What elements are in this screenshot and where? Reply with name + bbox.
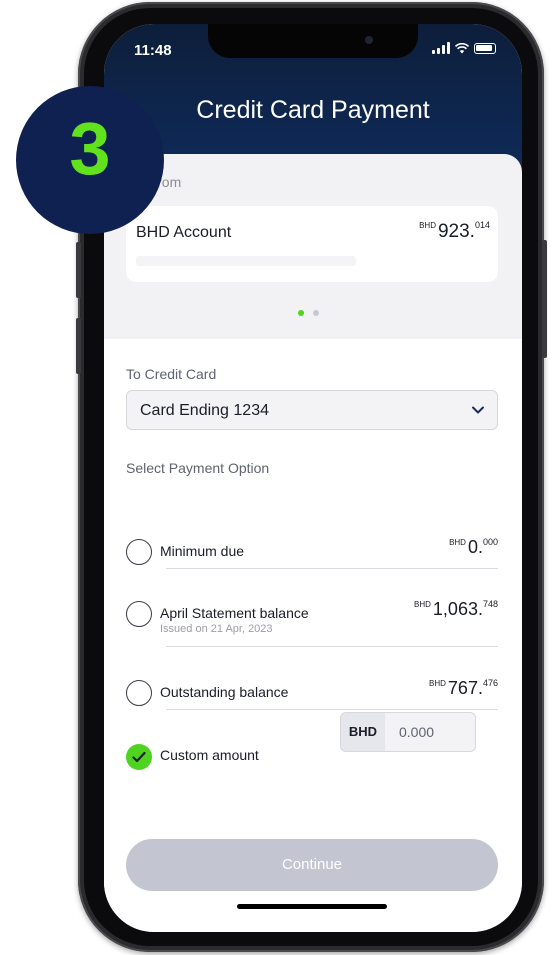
header-bar: 11:48 Credit Card Payment xyxy=(104,24,522,174)
volume-down-button xyxy=(76,318,81,374)
amount-integer: 1,063. xyxy=(432,599,483,619)
option-amount: BHD 767.476 xyxy=(429,678,498,699)
screenshot-canvas: 11:48 Credit Card Payment sfer from BHD … xyxy=(0,0,554,955)
radio-button[interactable] xyxy=(126,680,152,706)
currency-label: BHD xyxy=(449,538,466,547)
notch xyxy=(208,24,418,58)
account-balance: BHD 923.014 xyxy=(419,220,490,243)
status-icons xyxy=(432,42,496,54)
radio-button-checked[interactable] xyxy=(126,744,152,770)
app-screen: 11:48 Credit Card Payment sfer from BHD … xyxy=(104,24,522,932)
page-title: Credit Card Payment xyxy=(196,96,430,124)
option-amount: BHD 1,063.748 xyxy=(414,599,498,620)
amount-decimal: 748 xyxy=(482,599,498,609)
amount-integer: 923. xyxy=(437,221,475,242)
custom-amount-input[interactable]: BHD 0.000 xyxy=(340,712,476,752)
option-label: Minimum due xyxy=(160,543,245,559)
option-label: Custom amount xyxy=(160,747,259,763)
account-name: BHD Account xyxy=(136,224,232,241)
currency-label: BHD xyxy=(429,679,446,688)
chevron-down-icon xyxy=(472,406,484,414)
front-camera-icon xyxy=(365,36,373,44)
carousel-dot-active[interactable] xyxy=(298,310,304,316)
amount-integer: 0. xyxy=(467,537,483,557)
step-number-badge: 3 xyxy=(16,86,164,234)
volume-up-button xyxy=(76,242,81,298)
power-button xyxy=(542,240,547,358)
divider xyxy=(166,568,498,569)
currency-tag: BHD xyxy=(341,713,385,751)
radio-button[interactable] xyxy=(126,601,152,627)
account-card[interactable]: BHD Account BHD 923.014 xyxy=(126,206,498,282)
payment-option-label: Select Payment Option xyxy=(126,460,270,476)
amount-decimal: 014 xyxy=(474,220,490,230)
amount-decimal: 000 xyxy=(482,537,498,547)
credit-card-select[interactable]: Card Ending 1234 xyxy=(126,390,498,430)
carousel-dots xyxy=(298,310,319,316)
battery-icon xyxy=(474,42,496,54)
divider xyxy=(166,709,498,710)
radio-button[interactable] xyxy=(126,539,152,565)
option-label: Outstanding balance xyxy=(160,684,289,700)
amount-decimal: 476 xyxy=(482,678,498,688)
currency-label: BHD xyxy=(419,221,436,230)
amount-integer: 767. xyxy=(447,678,483,698)
account-subtext-placeholder xyxy=(136,256,356,266)
custom-amount-value[interactable]: 0.000 xyxy=(399,724,434,740)
payment-form: To Credit Card Card Ending 1234 Select P… xyxy=(104,339,522,932)
checkmark-icon xyxy=(132,751,146,763)
option-label: April Statement balance xyxy=(160,605,309,621)
step-number: 3 xyxy=(69,107,111,190)
home-indicator[interactable] xyxy=(237,904,387,909)
selected-card: Card Ending 1234 xyxy=(140,402,269,419)
signal-icon xyxy=(432,42,450,54)
status-time: 11:48 xyxy=(134,42,172,59)
carousel-dot[interactable] xyxy=(313,310,319,316)
to-credit-card-label: To Credit Card xyxy=(126,366,217,382)
continue-button[interactable]: Continue xyxy=(126,839,498,891)
option-amount: BHD 0.000 xyxy=(449,537,498,558)
wifi-icon xyxy=(455,42,469,53)
currency-label: BHD xyxy=(414,600,431,609)
divider xyxy=(166,646,498,647)
transfer-from-section: sfer from BHD Account BHD923.014 xyxy=(104,154,522,339)
option-sublabel: Issued on 21 Apr, 2023 xyxy=(160,623,273,635)
